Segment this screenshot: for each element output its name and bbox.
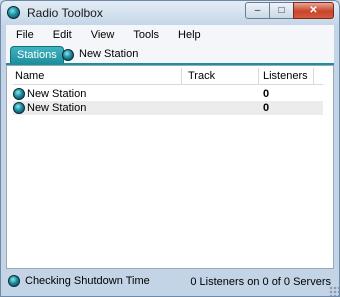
column-divider[interactable]	[181, 68, 182, 84]
column-header-name[interactable]: Name	[15, 70, 44, 82]
station-name-cell: New Station	[13, 102, 86, 114]
status-bar: Checking Shutdown Time 0 Listeners on 0 …	[6, 272, 334, 292]
status-right-text: 0 Listeners on 0 of 0 Servers	[190, 276, 331, 288]
column-header-listeners[interactable]: Listeners	[263, 70, 308, 82]
menu-tools[interactable]: Tools	[126, 29, 166, 41]
title-bar[interactable]: Radio Toolbox – □ ✕	[1, 1, 339, 25]
table-row[interactable]: New Station 0	[13, 101, 323, 115]
menu-help[interactable]: Help	[171, 29, 208, 41]
station-listeners: 0	[263, 102, 270, 114]
tab-new-station-label: New Station	[79, 48, 139, 60]
globe-icon	[13, 102, 25, 114]
menu-file[interactable]: File	[6, 29, 41, 41]
globe-icon	[13, 88, 25, 100]
globe-icon	[62, 48, 74, 61]
window-title: Radio Toolbox	[27, 6, 103, 20]
list-header: Name Track Listeners	[13, 68, 323, 85]
close-button[interactable]: ✕	[293, 2, 334, 19]
status-left-text: Checking Shutdown Time	[25, 275, 150, 287]
menu-view[interactable]: View	[84, 29, 122, 41]
resize-grip[interactable]	[329, 286, 339, 296]
maximize-button[interactable]: □	[269, 2, 294, 19]
station-name-cell: New Station	[13, 88, 86, 100]
station-listeners: 0	[263, 88, 270, 100]
status-left: Checking Shutdown Time	[8, 275, 150, 287]
globe-icon[interactable]	[7, 6, 20, 19]
window-controls: – □ ✕	[245, 2, 334, 19]
stations-list[interactable]: Name Track Listeners New Station 0 New S…	[6, 65, 334, 269]
station-name: New Station	[27, 102, 87, 114]
column-divider[interactable]	[258, 68, 259, 84]
minimize-icon: –	[254, 4, 261, 16]
table-row[interactable]: New Station 0	[13, 87, 323, 101]
main-window: Radio Toolbox – □ ✕ File Edit View Tools…	[0, 0, 340, 297]
globe-icon	[8, 275, 20, 287]
tab-bar: Stations New Station	[6, 44, 334, 64]
menu-edit[interactable]: Edit	[46, 29, 79, 41]
column-header-track[interactable]: Track	[188, 70, 215, 82]
close-icon: ✕	[309, 4, 318, 16]
tab-new-station[interactable]: New Station	[62, 46, 138, 63]
menu-bar: File Edit View Tools Help	[6, 25, 334, 45]
stations-list-inner: Name Track Listeners New Station 0 New S…	[13, 68, 323, 266]
tab-stations[interactable]: Stations	[10, 46, 64, 64]
column-divider[interactable]	[313, 68, 314, 84]
minimize-button[interactable]: –	[245, 2, 270, 19]
maximize-icon: □	[278, 4, 285, 16]
station-name: New Station	[27, 88, 87, 100]
